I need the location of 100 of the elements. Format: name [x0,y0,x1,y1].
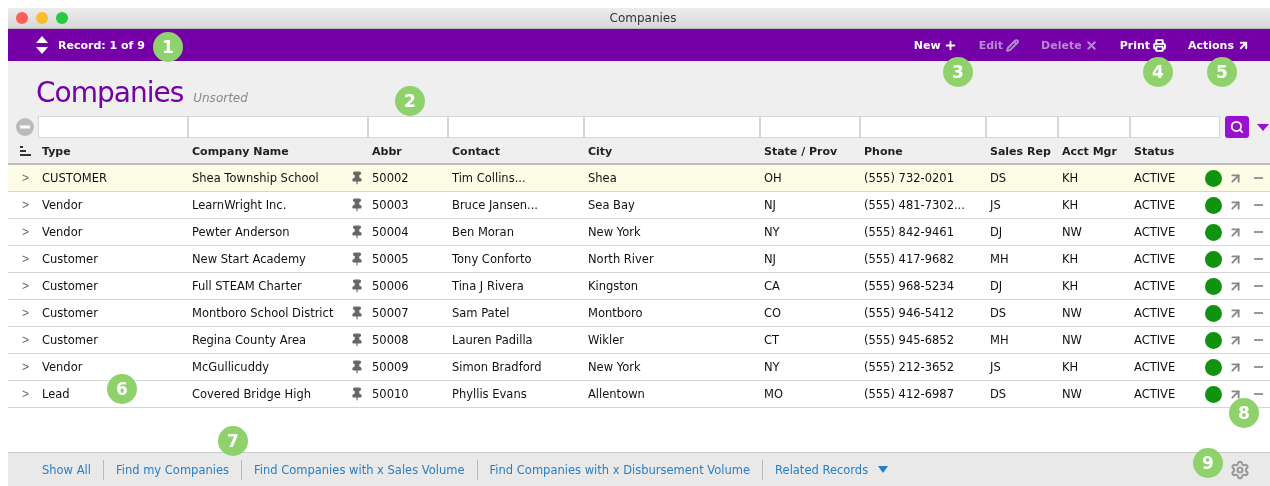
table-cell-text: (555) 417-9682 [863,252,954,266]
filter-field[interactable] [860,116,986,138]
expand-button[interactable]: > [22,333,29,347]
new-button[interactable]: New [913,38,957,52]
pencil-icon [1006,38,1020,52]
table-cell-text: CUSTOMER [41,171,107,185]
table-cell-text: KH [1061,360,1079,374]
table-row[interactable]: > CUSTOMER Shea Township School 50002 Tim Collins... Shea OH (555) 732-0201 DS KH ACTIVE [8,165,1270,192]
table-cell-text: Lauren Padilla [451,333,533,347]
table-cell-text: DJ [989,225,1003,239]
filter-field[interactable] [38,116,188,138]
filter-field[interactable] [1058,116,1130,138]
table-cell-text: Vendor [41,225,83,239]
settings-icon[interactable] [1230,459,1250,480]
expand-button[interactable]: > [22,279,29,293]
filter-field[interactable] [584,116,760,138]
footer-link[interactable]: Show All [30,459,103,480]
column-header[interactable]: City [584,144,760,158]
expand-button[interactable]: > [22,387,29,401]
table-cell-text: ACTIVE [1133,279,1176,293]
table-cell-text: ACTIVE [1133,333,1176,347]
footer-link[interactable]: Find my Companies [102,459,241,480]
table-cell-text: Pewter Anderson [191,225,290,239]
pin-icon[interactable] [350,333,364,347]
pin-icon[interactable] [350,225,364,239]
table-cell-text: ACTIVE [1133,225,1176,239]
pin-icon[interactable] [350,252,364,266]
status-dot [1205,169,1222,187]
expand-button[interactable]: > [22,171,29,185]
close-window-button[interactable] [16,12,28,24]
column-header[interactable]: Sales Rep [986,144,1058,158]
pin-icon[interactable] [350,171,364,185]
table-cell-text: DS [989,306,1007,320]
table-cell-text: ACTIVE [1133,198,1176,212]
table-cell-text: Allentown [587,387,645,401]
table-cell-text: 50002 [371,171,409,185]
pin-icon[interactable] [350,198,364,212]
table-cell-text: NJ [763,198,776,212]
footer-link[interactable]: Find Companies with x Disbursement Volume [476,459,763,480]
remove-filter-icon[interactable] [16,118,34,136]
table-cell-text: MH [989,252,1009,266]
filter-field[interactable] [188,116,368,138]
table-cell-text: Sam Patel [451,306,510,320]
expand-button[interactable]: > [22,198,29,212]
filter-field[interactable] [760,116,860,138]
column-header[interactable]: Acct Mgr [1058,144,1130,158]
status-dot [1205,331,1222,349]
zoom-window-button[interactable] [56,12,68,24]
expand-button[interactable]: > [22,306,29,320]
table-cell-text: CO [763,306,782,320]
table-cell-text: MO [763,387,783,401]
column-header[interactable]: State / Prov [760,144,860,158]
footer-link[interactable]: Find Companies with x Sales Volume [241,459,477,480]
table-cell-text: Vendor [41,360,83,374]
expand-button[interactable]: > [22,360,29,374]
table-cell-text: Tim Collins... [451,171,526,185]
table-cell-text: Bruce Jansen... [451,198,538,212]
table-cell-text: (555) 212-3652 [863,360,954,374]
table-cell-text: KH [1061,198,1079,212]
table-cell-text: ACTIVE [1133,252,1176,266]
filter-field[interactable] [368,116,448,138]
table-cell-text: 50007 [371,306,409,320]
table-cell-text: ACTIVE [1133,306,1176,320]
column-header[interactable]: Abbr [368,144,448,158]
print-button[interactable]: Print [1119,38,1166,52]
table-cell-text: Customer [41,306,98,320]
pin-icon[interactable] [350,387,364,401]
search-button[interactable] [1225,116,1249,138]
column-header[interactable]: Type [38,144,188,158]
table-cell-text: Wikler [587,333,624,347]
sort-lines-icon[interactable] [20,146,31,156]
table-cell-text: ACTIVE [1133,171,1176,185]
caret-icon[interactable] [1257,123,1269,131]
actions-button[interactable]: Actions [1188,38,1250,52]
status-dot [1205,223,1222,241]
record-counter: Record: 1 of 9 [58,38,145,52]
up-down-arrows-icon[interactable] [36,36,48,54]
table-cell-text: NY [763,360,780,374]
caret-icon [878,466,889,473]
expand-button[interactable]: > [22,225,29,239]
pin-icon[interactable] [350,360,364,374]
status-dot [1205,304,1222,322]
footer-link[interactable]: Related Records [762,459,901,480]
column-header[interactable]: Contact [448,144,584,158]
column-header[interactable]: Phone [860,144,986,158]
table-cell-text: New Start Academy [191,252,306,266]
column-header[interactable]: Status [1130,144,1205,158]
table-cell-text: Shea [587,171,617,185]
column-header[interactable]: Company Name [188,144,350,158]
minimize-window-button[interactable] [36,12,48,24]
expand-button[interactable]: > [22,252,29,266]
pin-icon[interactable] [350,279,364,293]
pin-icon[interactable] [350,306,364,320]
filter-field[interactable] [986,116,1058,138]
table-cell-text: KH [1061,171,1079,185]
table-cell-text: NY [763,225,780,239]
filter-field[interactable] [1130,116,1220,138]
status-dot [1205,277,1222,295]
filter-field[interactable] [448,116,584,138]
table-cell-text: NW [1061,306,1082,320]
